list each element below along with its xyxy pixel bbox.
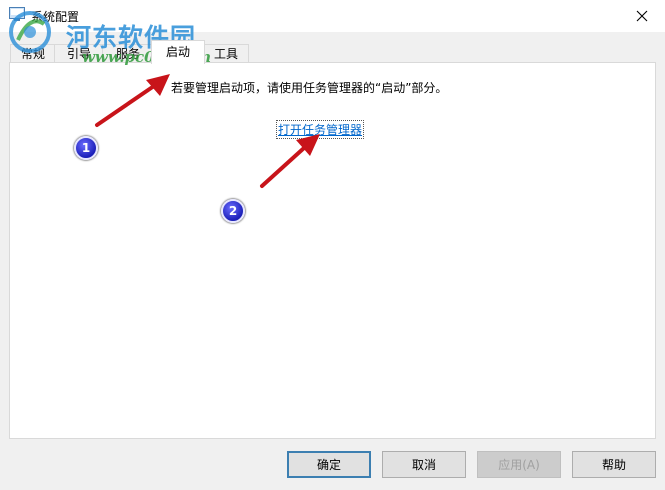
open-task-manager-link[interactable]: 打开任务管理器 [276,120,365,139]
step-badge-2: 2 [221,199,245,223]
ok-button[interactable]: 确定 [287,451,371,478]
close-button[interactable] [619,0,665,32]
close-icon [636,10,648,22]
step-badge-1: 1 [74,136,98,160]
tab-general[interactable]: 常规 [10,44,56,63]
tab-boot[interactable]: 引导 [54,44,104,63]
startup-info-text: 若要管理启动项，请使用任务管理器的“启动”部分。 [171,81,448,95]
title-bar: 系统配置 [0,0,665,32]
window-title: 系统配置 [31,10,80,24]
tab-startup[interactable]: 启动 [151,40,205,64]
system-config-icon [9,7,25,21]
apply-button[interactable]: 应用(A) [477,451,561,478]
cancel-button[interactable]: 取消 [382,451,466,478]
tab-tools[interactable]: 工具 [203,44,249,63]
startup-panel: 若要管理启动项，请使用任务管理器的“启动”部分。 打开任务管理器 [9,62,656,439]
help-button[interactable]: 帮助 [572,451,656,478]
tab-services[interactable]: 服务 [102,44,154,63]
